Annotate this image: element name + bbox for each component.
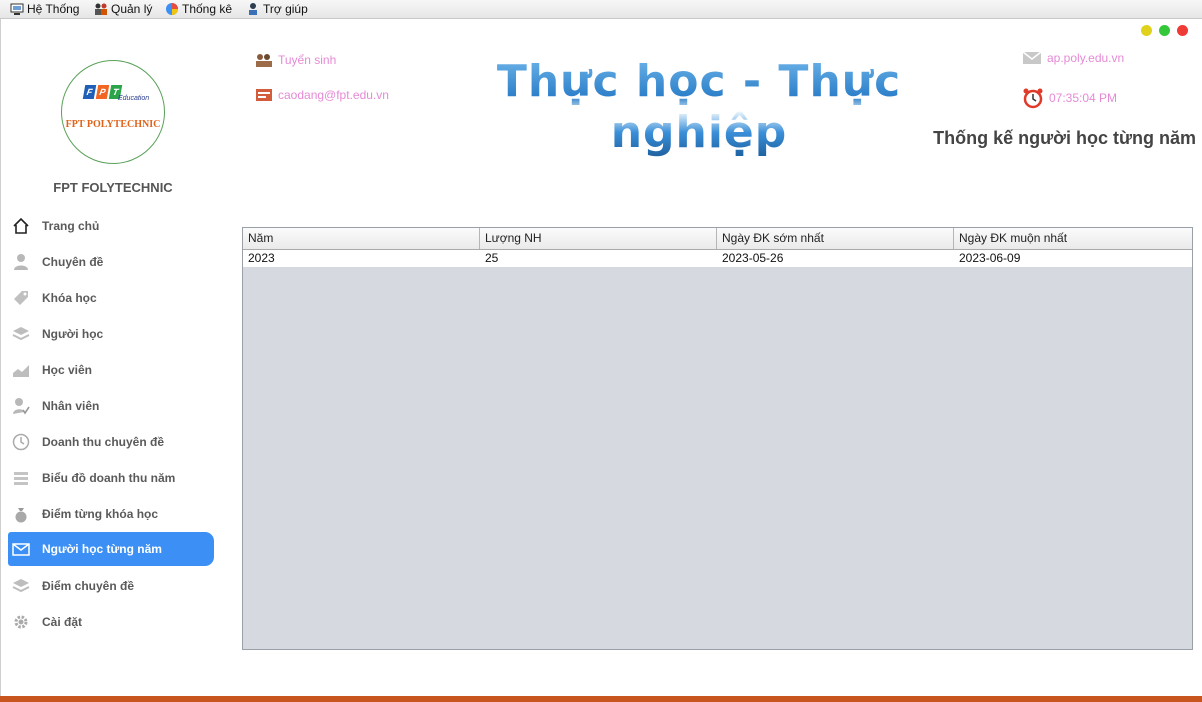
- minimize-button[interactable]: [1141, 25, 1152, 36]
- table-cell-earliest-date: 2023-05-26: [722, 251, 784, 265]
- help-icon: [249, 3, 257, 15]
- menu-statistics-label: Thống kê: [182, 2, 233, 16]
- sidebar-item-yearly-revenue-chart[interactable]: Biểu đồ doanh thu năm: [8, 461, 214, 495]
- sidebar-item-topic-revenue[interactable]: Doanh thu chuyên đề: [8, 425, 214, 459]
- sidebar-item-label: Điểm từng khóa học: [42, 507, 159, 521]
- column-header-year[interactable]: Năm: [243, 228, 480, 249]
- layers-icon: [12, 325, 30, 343]
- sidebar-item-label: Doanh thu chuyên đề: [42, 435, 165, 449]
- close-button[interactable]: [1177, 25, 1188, 36]
- stack-icon: [12, 469, 30, 487]
- table-header: Năm Lượng NH Ngày ĐK sớm nhất Ngày ĐK mu…: [243, 228, 1192, 250]
- home-icon: [12, 217, 30, 235]
- sidebar-item-label: Nhân viên: [42, 399, 100, 413]
- sidebar-item-courses[interactable]: Khóa học: [8, 281, 214, 315]
- clock-time: 07:35:04 PM: [1049, 91, 1118, 105]
- menu-management-label: Quản lý: [111, 2, 153, 16]
- user-icon: [12, 253, 30, 271]
- logo: F P T Education FPT POLYTECHNIC: [61, 60, 165, 164]
- badge-letter-p: P: [95, 85, 110, 99]
- sidebar-item-label: Điểm chuyên đề: [42, 579, 135, 593]
- column-header-learner-count[interactable]: Lượng NH: [480, 228, 717, 249]
- sidebar-item-topic-scores[interactable]: Điểm chuyên đề: [8, 569, 214, 603]
- clock-icon: [12, 433, 30, 451]
- email-link[interactable]: caodang@fpt.edu.vn: [255, 87, 389, 103]
- menu-system-label: Hệ Thống: [27, 2, 80, 16]
- logo-education-text: Education: [118, 95, 150, 102]
- sidebar-item-label: Biểu đồ doanh thu năm: [42, 471, 176, 485]
- user-check-icon: [12, 397, 30, 415]
- layers-icon: [12, 577, 30, 595]
- menu-system[interactable]: Hệ Thống: [10, 0, 79, 18]
- sidebar-item-topics[interactable]: Chuyên đề: [8, 245, 214, 279]
- sidebar-item-staff[interactable]: Nhân viên: [8, 389, 214, 423]
- menu-help[interactable]: Trợ giúp: [246, 0, 308, 18]
- sidebar-item-students[interactable]: Học viên: [8, 353, 214, 387]
- fpt-badge: F P T: [82, 85, 123, 99]
- website-link[interactable]: ap.poly.edu.vn: [1022, 50, 1124, 66]
- badge-letter-f: F: [82, 85, 97, 99]
- website-label: ap.poly.edu.vn: [1047, 51, 1125, 65]
- sidebar-item-settings[interactable]: Cài đặt: [8, 605, 214, 639]
- column-header-latest-date[interactable]: Ngày ĐK muộn nhất: [954, 228, 1192, 249]
- maximize-button[interactable]: [1159, 25, 1170, 36]
- slogan: Thực học - Thực nghiệp: [404, 56, 994, 158]
- menu-help-label: Trợ giúp: [263, 2, 308, 16]
- logo-name: FPT POLYTECHNIC: [65, 119, 161, 130]
- status-bar: [0, 696, 1202, 702]
- menu-bar: Hệ Thống Quản lý Thống kê Trợ giúp: [0, 0, 1202, 19]
- statistics-icon: [166, 3, 178, 15]
- alarm-clock-icon: [1023, 88, 1043, 109]
- sidebar-item-learners-by-year[interactable]: Người học từng năm: [8, 532, 214, 566]
- table-cell-year: 2023: [248, 251, 275, 265]
- sidebar-item-label: Cài đặt: [42, 615, 83, 629]
- sidebar-item-label: Trang chủ: [42, 219, 100, 233]
- sidebar-item-label: Người học: [42, 327, 104, 341]
- sidebar-item-home[interactable]: Trang chủ: [8, 209, 214, 243]
- sidebar-item-course-scores[interactable]: Điểm từng khóa học: [8, 497, 214, 531]
- system-icon: [10, 3, 24, 15]
- sidebar-item-label: Học viên: [42, 363, 93, 377]
- contact-card-icon: [256, 89, 272, 101]
- sidebar-item-label: Chuyên đề: [42, 255, 104, 269]
- brand-name: FPT FOLYTECHNIC: [53, 180, 173, 195]
- tag-icon: [12, 289, 30, 307]
- money-bag-icon: [12, 505, 30, 523]
- chart-icon: [12, 361, 30, 379]
- menu-statistics[interactable]: Thống kê: [165, 0, 232, 18]
- page-title: Thống kế người học từng năm: [933, 128, 1196, 148]
- column-header-earliest-date[interactable]: Ngày ĐK sớm nhất: [717, 228, 954, 249]
- management-icon: [95, 3, 107, 15]
- table-cell-learner-count: 25: [485, 251, 499, 265]
- email-label: caodang@fpt.edu.vn: [278, 88, 389, 102]
- sidebar-item-label: Khóa học: [42, 291, 97, 305]
- table-cell-latest-date: 2023-06-09: [959, 251, 1021, 265]
- sidebar-item-learners[interactable]: Người học: [8, 317, 214, 351]
- mail-icon: [12, 540, 30, 558]
- table-row[interactable]: 2023 25 2023-05-26 2023-06-09: [243, 250, 1192, 267]
- menu-management[interactable]: Quản lý: [94, 0, 152, 18]
- admission-label: Tuyển sinh: [278, 53, 337, 67]
- clock-display: 07:35:04 PM: [1022, 87, 1117, 109]
- admission-link[interactable]: Tuyển sinh: [255, 52, 336, 68]
- sidebar-item-label: Người học từng năm: [42, 542, 162, 556]
- mail-icon: [1022, 51, 1042, 64]
- gear-icon: [12, 613, 30, 631]
- statistics-table: Năm Lượng NH Ngày ĐK sớm nhất Ngày ĐK mu…: [242, 227, 1193, 650]
- people-icon: [256, 54, 272, 67]
